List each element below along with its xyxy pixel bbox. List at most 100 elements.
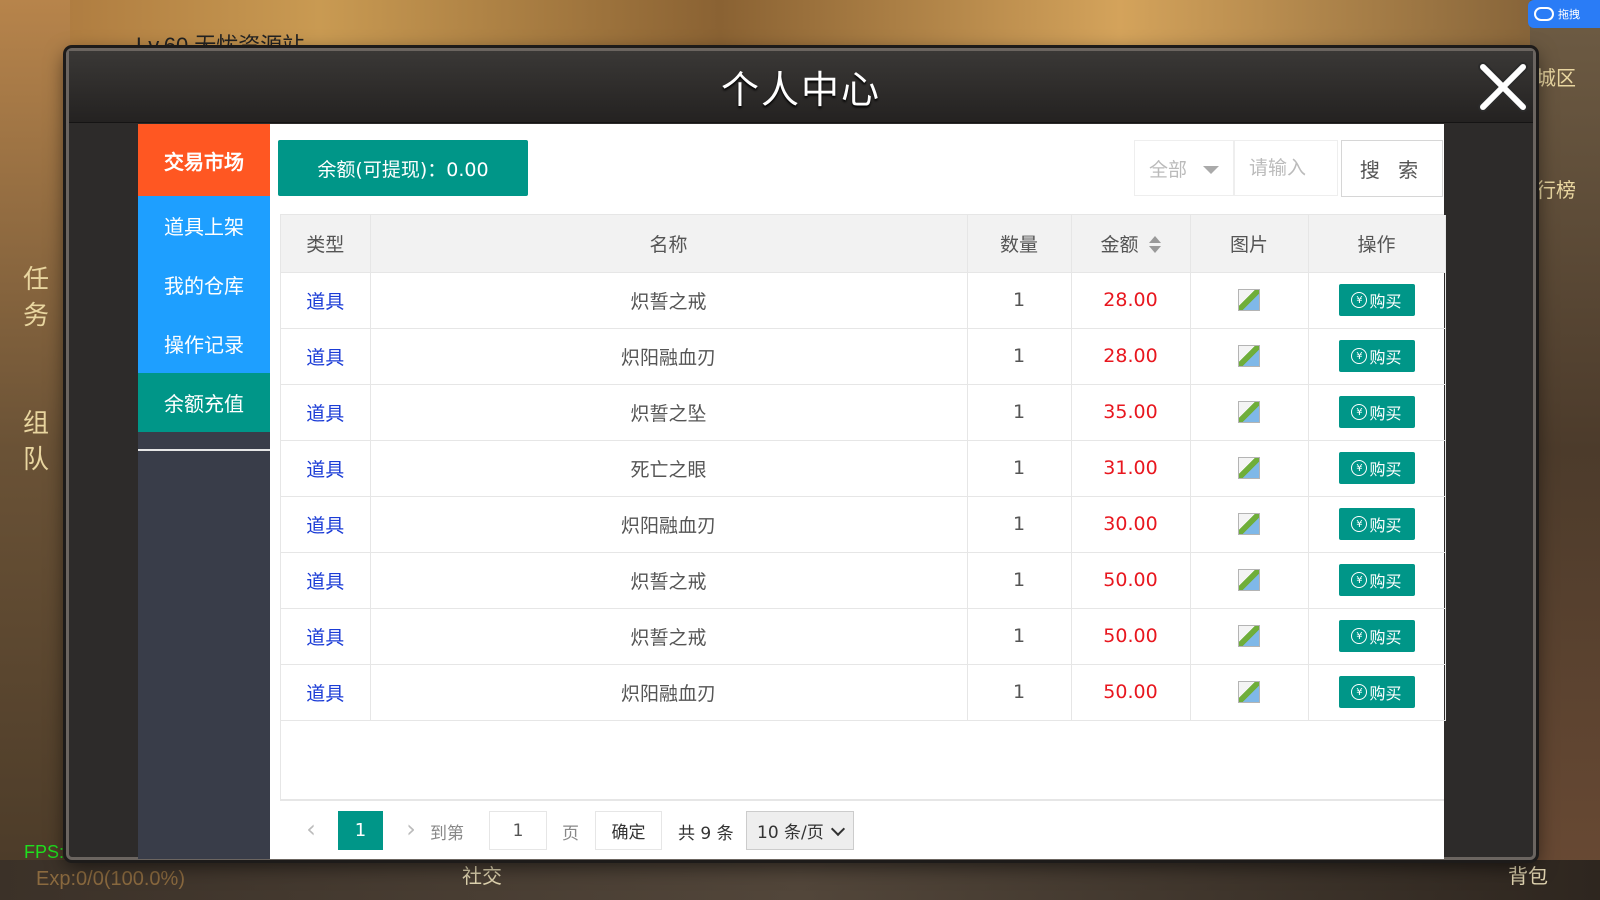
game-team-label-1[interactable]: 组 xyxy=(20,406,52,442)
buy-button[interactable]: ¥ 购买 xyxy=(1338,676,1415,708)
table-row: 道具 炽誓之戒 1 50.00 ¥ 购买 xyxy=(281,552,1446,609)
broken-image-icon xyxy=(1238,401,1260,424)
main-panel: 余额(可提现)：0.00 全部 搜 索 类型 名称 xyxy=(270,124,1446,859)
cloud-icon xyxy=(1534,7,1554,21)
cell-type[interactable]: 道具 xyxy=(281,552,371,609)
sidebar-divider xyxy=(138,449,270,451)
cell-type[interactable]: 道具 xyxy=(281,272,371,329)
cell-amount: 28.00 xyxy=(1071,328,1191,385)
buy-button[interactable]: ¥ 购买 xyxy=(1338,396,1415,428)
per-page-value: 10 条/页 xyxy=(757,823,824,843)
buy-button[interactable]: ¥ 购买 xyxy=(1338,564,1415,596)
page-unit-label: 页 xyxy=(562,824,579,844)
search-input[interactable] xyxy=(1234,140,1338,196)
search-button[interactable]: 搜 索 xyxy=(1341,140,1443,197)
cell-name: 炽誓之戒 xyxy=(370,608,968,665)
buy-button[interactable]: ¥ 购买 xyxy=(1338,452,1415,484)
game-task-label-1[interactable]: 任 xyxy=(20,262,52,298)
cell-qty: 1 xyxy=(967,496,1072,553)
modal-title: 个人中心 xyxy=(720,68,881,112)
market-table: 类型 名称 数量 金额 图片 操作 道具 炽誓之戒 1 28.00 ¥ 购买 道具 炽阳融血刃… xyxy=(280,214,1446,800)
cell-type[interactable]: 道具 xyxy=(281,328,371,385)
buy-button[interactable]: ¥ 购买 xyxy=(1338,284,1415,316)
yen-icon: ¥ xyxy=(1351,684,1368,700)
game-city-label[interactable]: 城区 xyxy=(1536,62,1576,91)
game-bag-label[interactable]: 背包 xyxy=(1508,860,1548,889)
header-type: 类型 xyxy=(281,215,371,273)
cell-image xyxy=(1190,328,1309,385)
header-amount[interactable]: 金额 xyxy=(1071,215,1191,273)
yen-icon: ¥ xyxy=(1351,572,1368,588)
cell-name: 炽阳融血刃 xyxy=(370,496,968,553)
cell-image xyxy=(1190,272,1309,329)
cell-amount: 50.00 xyxy=(1071,664,1191,721)
sidebar-item-records[interactable]: 操作记录 xyxy=(138,314,270,373)
table-header-row: 类型 名称 数量 金额 图片 操作 xyxy=(281,215,1446,273)
yen-icon: ¥ xyxy=(1351,292,1368,308)
game-team-label-2[interactable]: 队 xyxy=(20,442,52,478)
close-icon[interactable] xyxy=(1473,57,1533,117)
game-bottom-bar xyxy=(0,860,1600,900)
goto-label: 到第 xyxy=(430,824,464,844)
cell-type[interactable]: 道具 xyxy=(281,608,371,665)
broken-image-icon xyxy=(1238,681,1260,704)
page-button-current[interactable]: 1 xyxy=(338,811,383,850)
type-filter-select[interactable]: 全部 xyxy=(1134,140,1234,196)
buy-button[interactable]: ¥ 购买 xyxy=(1338,508,1415,540)
cell-action: ¥ 购买 xyxy=(1308,552,1446,609)
broken-image-icon xyxy=(1238,569,1260,592)
personal-center-modal: 个人中心 交易市场 道具上架 我的仓库 操作记录 余额充值 余额(可提现)：0.… xyxy=(66,48,1536,860)
per-page-select[interactable]: 10 条/页 xyxy=(746,811,854,850)
game-social-label[interactable]: 社交 xyxy=(462,860,502,889)
drag-badge[interactable]: 拖拽 xyxy=(1528,0,1600,28)
modal-content: 交易市场 道具上架 我的仓库 操作记录 余额充值 余额(可提现)：0.00 全部… xyxy=(138,124,1446,859)
game-task-label-2[interactable]: 务 xyxy=(20,298,52,334)
cell-type[interactable]: 道具 xyxy=(281,440,371,497)
chevron-left-icon[interactable]: ‹ xyxy=(296,815,326,845)
cell-image xyxy=(1190,664,1309,721)
cell-qty: 1 xyxy=(967,664,1072,721)
buy-label: 购买 xyxy=(1369,292,1402,311)
goto-confirm-button[interactable]: 确定 xyxy=(595,811,662,850)
broken-image-icon xyxy=(1238,625,1260,648)
sidebar-item-warehouse[interactable]: 我的仓库 xyxy=(138,255,270,314)
yen-icon: ¥ xyxy=(1351,348,1368,364)
cell-amount: 30.00 xyxy=(1071,496,1191,553)
yen-icon: ¥ xyxy=(1351,404,1368,420)
chevron-right-icon[interactable]: › xyxy=(396,815,426,845)
cell-image xyxy=(1190,552,1309,609)
buy-label: 购买 xyxy=(1369,348,1402,367)
cell-qty: 1 xyxy=(967,440,1072,497)
drag-badge-label: 拖拽 xyxy=(1558,8,1580,21)
sidebar-item-list-item[interactable]: 道具上架 xyxy=(138,196,270,255)
buy-button[interactable]: ¥ 购买 xyxy=(1338,620,1415,652)
buy-label: 购买 xyxy=(1369,404,1402,423)
table-row: 道具 炽誓之戒 1 50.00 ¥ 购买 xyxy=(281,608,1446,665)
broken-image-icon xyxy=(1238,457,1260,480)
cell-amount: 50.00 xyxy=(1071,552,1191,609)
cell-image xyxy=(1190,440,1309,497)
cell-action: ¥ 购买 xyxy=(1308,440,1446,497)
cell-action: ¥ 购买 xyxy=(1308,384,1446,441)
sidebar-item-trade-market[interactable]: 交易市场 xyxy=(138,124,270,196)
table-row: 道具 炽阳融血刃 1 30.00 ¥ 购买 xyxy=(281,496,1446,553)
table-row: 道具 炽阳融血刃 1 50.00 ¥ 购买 xyxy=(281,664,1446,721)
cell-type[interactable]: 道具 xyxy=(281,384,371,441)
sort-icon[interactable] xyxy=(1148,236,1161,254)
table-row: 道具 炽誓之坠 1 35.00 ¥ 购买 xyxy=(281,384,1446,441)
cell-type[interactable]: 道具 xyxy=(281,664,371,721)
cell-qty: 1 xyxy=(967,272,1072,329)
game-rank-label[interactable]: 行榜 xyxy=(1536,174,1576,203)
sidebar-item-recharge[interactable]: 余额充值 xyxy=(138,373,270,432)
type-filter-value: 全部 xyxy=(1149,158,1188,181)
cell-action: ¥ 购买 xyxy=(1308,664,1446,721)
buy-button[interactable]: ¥ 购买 xyxy=(1338,340,1415,372)
cell-amount: 35.00 xyxy=(1071,384,1191,441)
cell-type[interactable]: 道具 xyxy=(281,496,371,553)
cell-amount: 31.00 xyxy=(1071,440,1191,497)
cell-qty: 1 xyxy=(967,384,1072,441)
buy-label: 购买 xyxy=(1369,684,1402,703)
goto-page-input[interactable] xyxy=(489,811,547,850)
header-qty: 数量 xyxy=(967,215,1072,273)
modal-header: 个人中心 xyxy=(69,51,1533,123)
